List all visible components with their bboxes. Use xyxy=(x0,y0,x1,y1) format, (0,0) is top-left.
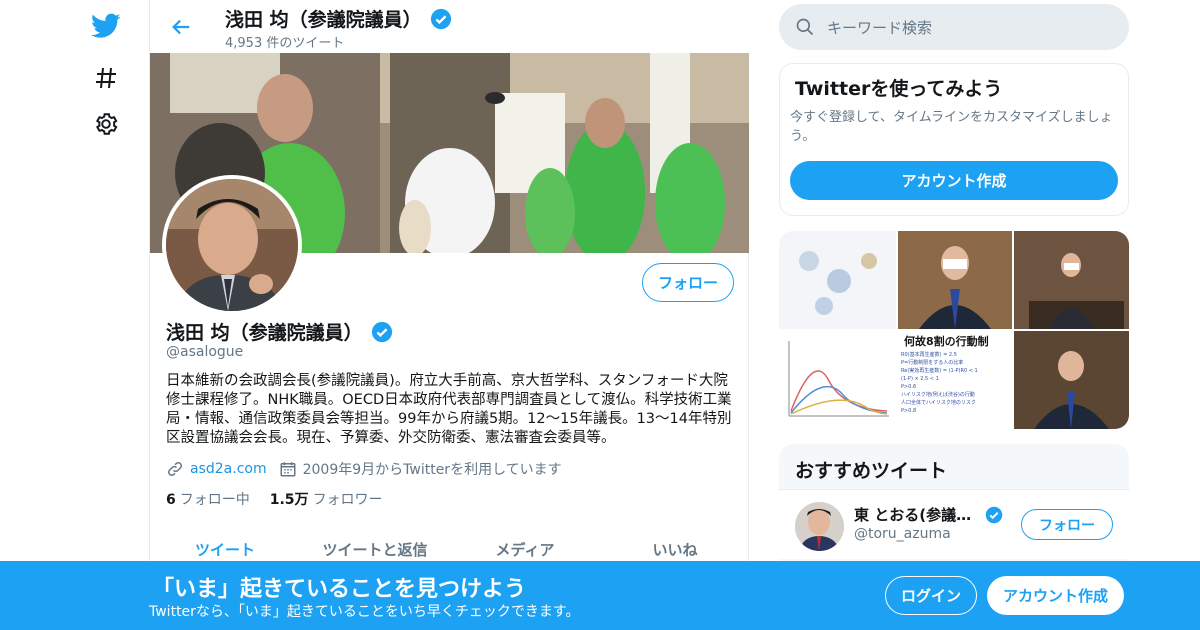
search-icon xyxy=(796,18,814,36)
followers-label: フォロワー xyxy=(312,492,383,508)
media-slide-line: 人口全体でハイリスク地のリスク xyxy=(901,400,976,406)
recommended-name: 東 とおる(参議… xyxy=(854,506,972,524)
signup-card: Twitterを使ってみよう 今すぐ登録して、タイムラインをカスタマイズしましょ… xyxy=(779,63,1129,216)
media-slide-line: R0(基本再生産数) = 2.5 xyxy=(901,352,957,358)
verified-badge-icon xyxy=(430,8,451,29)
search-box[interactable]: キーワード検索 xyxy=(779,4,1129,50)
recommended-follow-button[interactable]: フォロー xyxy=(1021,509,1113,540)
profile-link[interactable]: asd2a.com xyxy=(190,461,267,477)
profile-column: 浅田 均（参議院議員） 4,953 件のツイート フォロー 浅田 均（参議院議員… xyxy=(149,0,750,630)
recommended-name-row: 東 とおる(参議… xyxy=(854,504,1003,525)
twitter-bird-icon[interactable] xyxy=(90,10,122,42)
profile-meta: asd2a.com 2009年9月からTwitterを利用しています xyxy=(166,459,562,479)
profile-header-bar: 浅田 均（参議院議員） 4,953 件のツイート xyxy=(150,0,750,53)
hashtag-icon[interactable] xyxy=(90,62,122,94)
prompt-title: 「いま」起きていることを見つけよう xyxy=(152,577,527,602)
link-icon xyxy=(167,461,183,477)
recommended-title: おすすめツイート xyxy=(795,460,948,482)
joined-date: 2009年9月からTwitterを利用しています xyxy=(302,462,562,478)
profile-display-name: 浅田 均（参議院議員） xyxy=(166,322,363,344)
signup-card-title: Twitterを使ってみよう xyxy=(795,78,1003,100)
verified-badge-icon xyxy=(985,506,1003,523)
left-nav xyxy=(80,0,132,630)
signup-card-text: 今すぐ登録して、タイムラインをカスタマイズしましょう。 xyxy=(790,110,1113,144)
profile-handle: @asalogue xyxy=(166,344,244,360)
calendar-icon xyxy=(280,462,296,477)
login-button[interactable]: ログイン xyxy=(885,576,977,615)
media-slide-title: 何故8割の行動制 xyxy=(904,335,989,348)
profile-name: 浅田 均（参議院議員） xyxy=(166,318,393,345)
gear-icon[interactable] xyxy=(90,108,122,140)
media-slide-line: (1-P) × 2.5 < 1 xyxy=(901,376,939,382)
header-title: 浅田 均（参議院議員） xyxy=(225,5,452,32)
following-count: 6 xyxy=(166,492,176,508)
media-slide-lines: R0(基本再生産数) = 2.5 P=行動制限をする人の比率 Re(実効再生産数… xyxy=(901,351,1011,415)
verified-badge-icon xyxy=(371,321,392,342)
back-arrow-icon[interactable] xyxy=(166,12,196,42)
tweet-count: 4,953 件のツイート xyxy=(225,36,345,51)
signup-button[interactable]: アカウント作成 xyxy=(987,576,1124,615)
recommended-avatar[interactable] xyxy=(795,502,844,551)
follow-button[interactable]: フォロー xyxy=(642,263,734,302)
profile-bio: 日本維新の会政調会長(参議院議員)。府立大手前高、京大哲学科、スタンフォード大院… xyxy=(166,373,732,446)
signup-prompt-bar: 「いま」起きていることを見つけよう Twitterなら、「いま」起きていることを… xyxy=(0,561,1200,630)
media-slide-line: P>0.6 xyxy=(901,384,917,390)
profile-stats: 6 フォロー中 1.5万 フォロワー xyxy=(166,489,383,509)
recommended-handle: @toru_azuma xyxy=(854,526,951,542)
followers-count: 1.5万 xyxy=(269,492,309,508)
media-slide-line: P>0.8 xyxy=(901,408,917,414)
prompt-subtitle: Twitterなら、「いま」起きていることをいち早くチェックできます。 xyxy=(149,604,580,620)
media-grid[interactable]: 何故8割の行動制 R0(基本再生産数) = 2.5 P=行動制限をする人の比率 … xyxy=(779,231,1129,429)
following-label: フォロー中 xyxy=(179,492,250,508)
media-slide-line: Re(実効再生産数) = (1-P)R0 < 1 xyxy=(901,368,978,374)
followers-stat[interactable]: 1.5万 フォロワー xyxy=(270,489,383,509)
header-name: 浅田 均（参議院議員） xyxy=(225,9,422,31)
recommended-account-row[interactable]: 東 とおる(参議… @toru_azuma フォロー xyxy=(779,489,1129,559)
create-account-button[interactable]: アカウント作成 xyxy=(790,161,1118,200)
profile-avatar[interactable] xyxy=(162,175,302,315)
following-stat[interactable]: 6 フォロー中 xyxy=(166,489,250,509)
search-placeholder: キーワード検索 xyxy=(827,18,933,37)
media-slide-line: ハイリスク地(例えば渋谷)の行動 xyxy=(901,392,975,398)
media-slide-line: P=行動制限をする人の比率 xyxy=(901,360,964,366)
